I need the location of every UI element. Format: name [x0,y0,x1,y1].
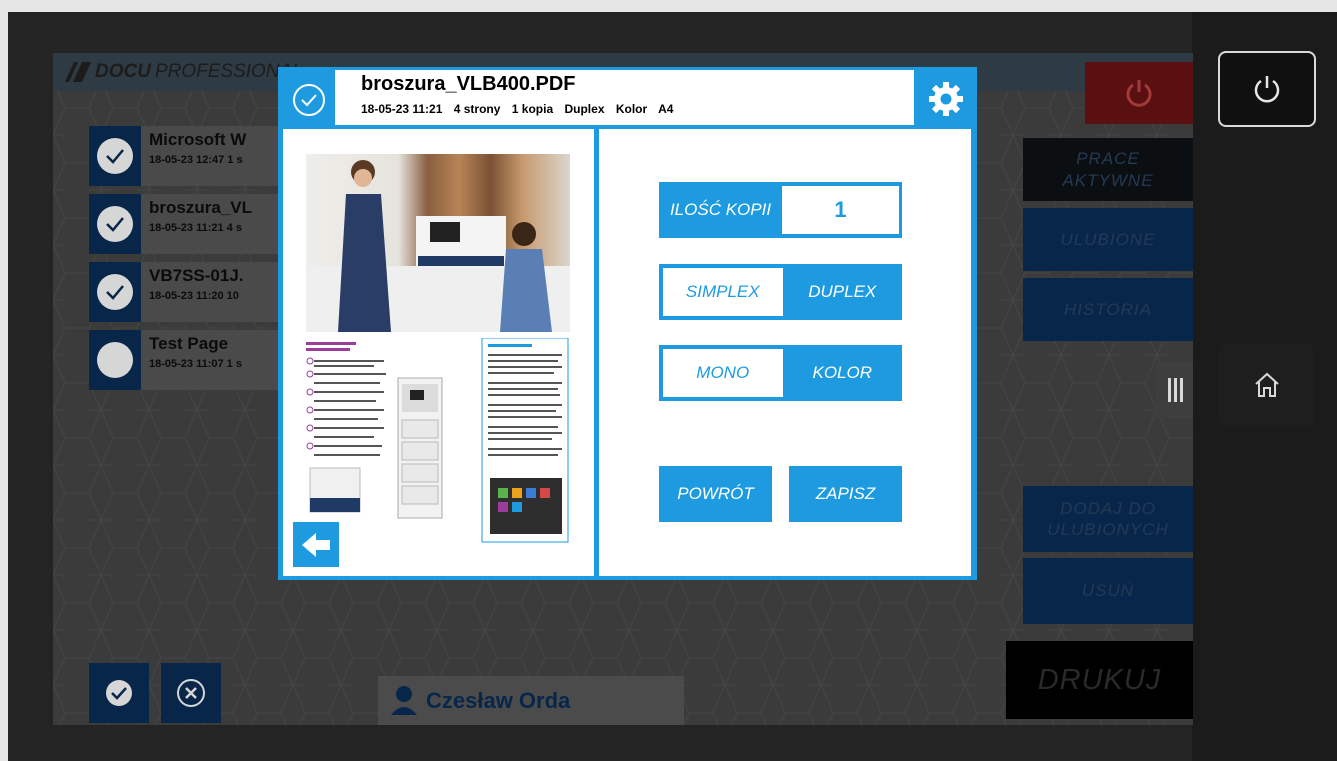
user-icon [391,686,417,715]
simplex-option[interactable]: SIMPLEX [663,268,783,316]
preview-brochure-content [306,338,569,543]
meta-pages: 4 strony [453,102,501,116]
check-icon[interactable] [97,138,133,174]
copies-label: ILOŚĆ KOPII [669,200,772,219]
job-meta: 18-05-23 12:47 1 s [149,154,243,166]
logo-mark-icon [65,62,91,82]
dialog-filename: broszura_VLB400.PDF [361,73,576,95]
logout-power-button[interactable] [1085,62,1193,124]
preview-page [306,154,573,554]
gear-icon[interactable] [928,81,964,117]
print-options-panel: ILOŚĆ KOPII 1 SIMPLEX DUPLEX MONO KOLOR … [599,129,971,576]
check-icon[interactable] [97,206,133,242]
color-option[interactable]: KOLOR [782,349,902,397]
deselect-all-button[interactable] [161,663,221,723]
meta-date: 18-05-23 11:21 [361,102,443,116]
sides-toggle: SIMPLEX DUPLEX [659,264,902,320]
power-icon [1126,80,1152,107]
select-all-button[interactable] [89,663,149,723]
device-power-button[interactable] [1218,51,1316,127]
job-name: broszura_VL [149,198,252,217]
add-to-favorites-button[interactable]: DODAJ DO ULUBIONYCH [1023,486,1193,552]
active-jobs-button[interactable]: PRACE AKTYWNE [1023,138,1193,201]
job-item[interactable]: Microsoft W 18-05-23 12:47 1 s [89,126,289,186]
meta-mode: Duplex [564,102,605,116]
grip-icon [1167,378,1183,402]
job-meta: 18-05-23 11:20 10 [149,290,239,302]
meta-color: Kolor [615,102,648,116]
preview-photo [306,154,570,332]
job-meta: 18-05-23 11:07 1 s [149,358,242,370]
check-circle-icon [106,680,132,706]
print-button[interactable]: DRUKUJ [1006,641,1193,719]
copies-input[interactable]: 1 [782,186,899,234]
logo-text-bold: DOCU [95,61,151,82]
favorites-button[interactable]: ULUBIONE [1023,208,1193,271]
device-home-button[interactable] [1219,343,1314,427]
job-name: Microsoft W [149,130,247,149]
power-icon [1254,76,1280,103]
app-logo: DOCU PROFESSIONAL [65,59,303,85]
duplex-option[interactable]: DUPLEX [782,268,902,316]
dialog-meta: 18-05-23 11:21 4 strony 1 kopia Duplex K… [361,102,888,116]
meta-copies: 1 kopia [511,102,554,116]
user-name: Czesław Orda [426,687,571,713]
meta-paper: A4 [658,102,674,116]
delete-button[interactable]: USUŃ [1023,558,1193,624]
mono-option[interactable]: MONO [663,349,783,397]
close-circle-icon [177,679,205,707]
previous-page-button[interactable] [293,522,339,567]
history-button[interactable]: HISTORIA [1023,278,1193,341]
save-button[interactable]: ZAPISZ [789,466,902,522]
dialog-header: broszura_VLB400.PDF 18-05-23 11:21 4 str… [335,70,914,125]
dialog-check-icon[interactable] [293,84,325,116]
unchecked-circle-icon[interactable] [97,342,133,378]
job-meta: 18-05-23 11:21 4 s [149,222,242,234]
document-preview [283,129,594,576]
job-item[interactable]: broszura_VL 18-05-23 11:21 4 s [89,194,289,254]
sidebar-handle[interactable] [1156,362,1193,418]
job-item[interactable]: Test Page 18-05-23 11:07 1 s [89,330,289,390]
back-button[interactable]: POWRÓT [659,466,772,522]
copies-row: ILOŚĆ KOPII 1 [659,182,902,238]
arrow-left-icon [302,532,330,557]
job-name: VB7SS-01J. [149,266,244,285]
check-icon[interactable] [97,274,133,310]
user-panel: Czesław Orda [378,676,684,725]
print-settings-dialog: broszura_VLB400.PDF 18-05-23 11:21 4 str… [278,67,977,580]
job-item[interactable]: VB7SS-01J. 18-05-23 11:20 10 [89,262,289,322]
color-toggle: MONO KOLOR [659,345,902,401]
home-icon [1254,372,1279,397]
job-name: Test Page [149,334,229,353]
